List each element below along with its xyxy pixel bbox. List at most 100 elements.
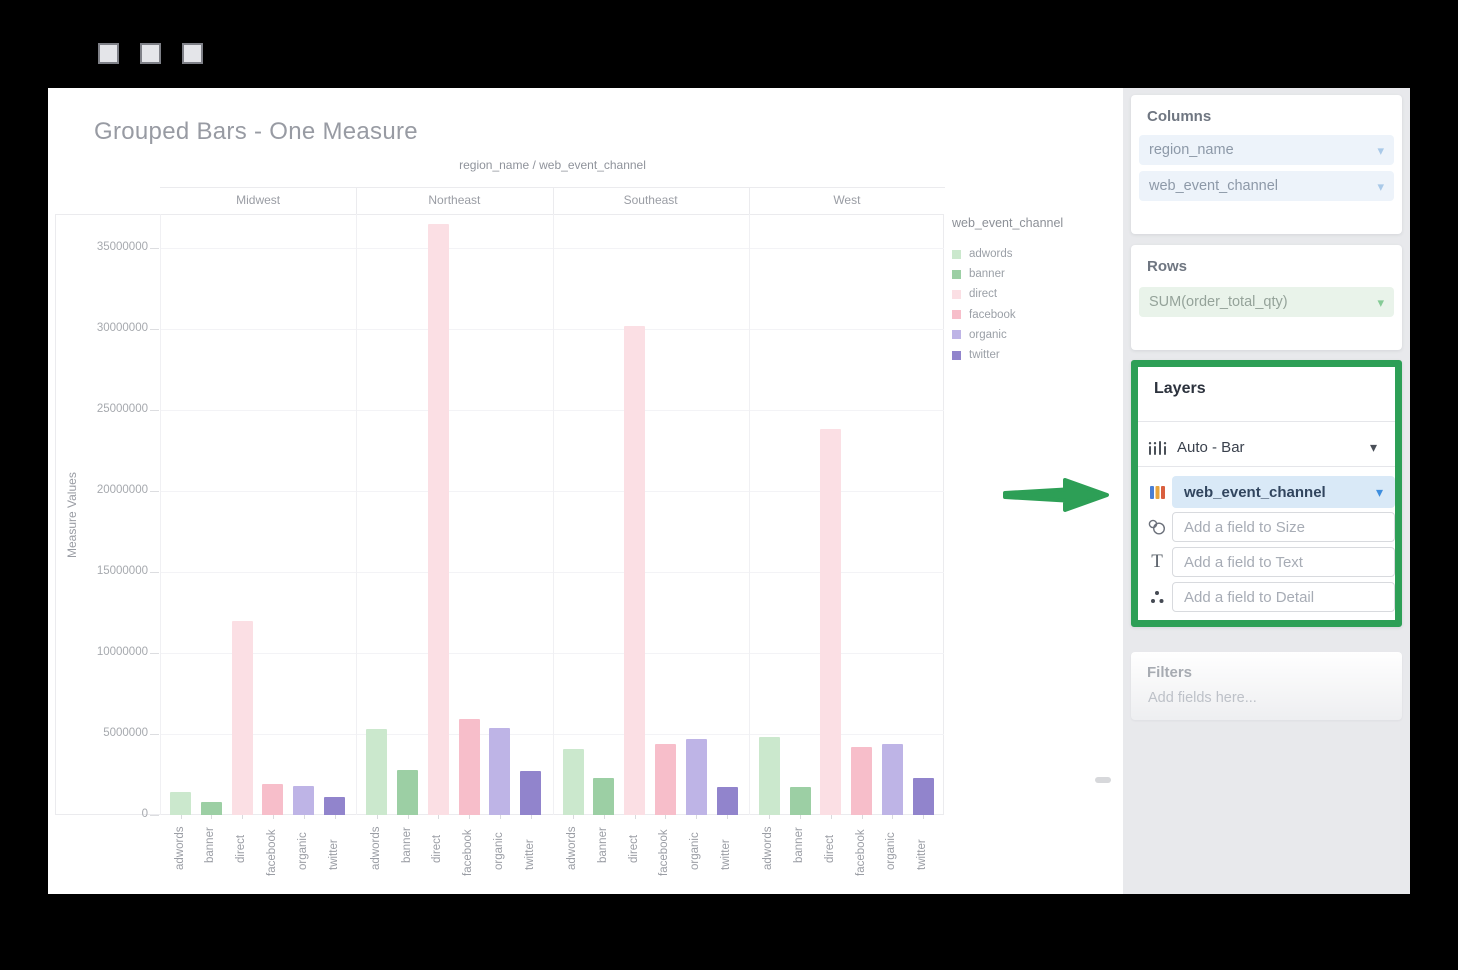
x-tick-mark <box>923 815 924 819</box>
row-field-sum_order_total_qty_[interactable]: SUM(order_total_qty)▾ <box>1139 287 1394 317</box>
x-tick-mark <box>273 815 274 819</box>
chevron-down-icon: ▾ <box>1377 296 1384 309</box>
chart-type-label: Auto - Bar <box>1177 439 1245 456</box>
x-tick-mark <box>665 815 666 819</box>
layers-heading: Layers <box>1154 380 1206 398</box>
x-tick-label: direct <box>235 835 247 863</box>
color-field-label: web_event_channel <box>1184 484 1326 501</box>
y-tick-label: 25000000 <box>68 403 148 415</box>
x-tick-label: adwords <box>174 827 186 870</box>
text-field-input[interactable] <box>1172 547 1395 577</box>
size-field-input[interactable] <box>1172 512 1395 542</box>
bar-northeast-organic[interactable] <box>489 728 510 815</box>
chevron-down-icon: ▾ <box>1377 180 1384 193</box>
legend-item-banner[interactable]: banner <box>952 264 1063 284</box>
rows-panel: Rows SUM(order_total_qty)▾ <box>1131 245 1402 350</box>
legend-swatch-facebook <box>952 310 961 319</box>
legend-swatch-direct <box>952 290 961 299</box>
bar-northeast-banner[interactable] <box>397 770 418 815</box>
x-tick-mark <box>769 815 770 819</box>
bar-southeast-direct[interactable] <box>624 326 645 815</box>
bar-southeast-organic[interactable] <box>686 739 707 815</box>
bar-southeast-facebook[interactable] <box>655 744 676 815</box>
x-tick-label: facebook <box>658 829 670 876</box>
filters-drop-target[interactable]: Add fields here... <box>1148 690 1257 706</box>
bar-southeast-twitter[interactable] <box>717 787 738 815</box>
chart-type-selector[interactable]: Auto - Bar ▾ <box>1138 429 1395 466</box>
bar-southeast-banner[interactable] <box>593 778 614 815</box>
x-tick-mark <box>892 815 893 819</box>
x-tick-mark <box>335 815 336 819</box>
group-separator <box>356 214 357 815</box>
chart-title: Grouped Bars - One Measure <box>94 118 418 146</box>
legend-item-direct[interactable]: direct <box>952 284 1063 304</box>
y-tick-mark <box>150 248 159 249</box>
legend-item-adwords[interactable]: adwords <box>952 244 1063 264</box>
column-field-region_name[interactable]: region_name▾ <box>1139 135 1394 165</box>
column-field-web_event_channel[interactable]: web_event_channel▾ <box>1139 171 1394 201</box>
x-tick-label: banner <box>597 827 609 863</box>
x-tick-label: twitter <box>328 839 340 870</box>
bar-northeast-adwords[interactable] <box>366 729 387 815</box>
color-field-pill[interactable]: web_event_channel ▾ <box>1172 476 1395 508</box>
bar-west-adwords[interactable] <box>759 737 780 815</box>
bar-west-facebook[interactable] <box>851 747 872 815</box>
detail-field-row <box>1138 581 1395 613</box>
x-tick-label: organic <box>297 832 309 870</box>
x-tick-mark <box>604 815 605 819</box>
bar-midwest-adwords[interactable] <box>170 792 191 815</box>
color-icon <box>1147 482 1167 502</box>
legend-label: organic <box>969 329 1007 341</box>
x-tick-mark <box>242 815 243 819</box>
column-header-band: MidwestNortheastSoutheastWest <box>160 187 945 214</box>
bar-northeast-facebook[interactable] <box>459 719 480 815</box>
column-header-midwest: Midwest <box>160 193 356 207</box>
window-button-1[interactable] <box>98 43 119 64</box>
chevron-down-icon: ▾ <box>1376 484 1383 501</box>
rows-heading: Rows <box>1147 258 1187 275</box>
filters-heading: Filters <box>1147 664 1192 681</box>
bar-midwest-banner[interactable] <box>201 802 222 815</box>
legend-label: banner <box>969 268 1005 280</box>
legend-item-facebook[interactable]: facebook <box>952 305 1063 325</box>
x-tick-label: organic <box>885 832 897 870</box>
bar-west-twitter[interactable] <box>913 778 934 815</box>
x-tick-mark <box>831 815 832 819</box>
bar-northeast-direct[interactable] <box>428 224 449 815</box>
legend-title: web_event_channel <box>952 216 1063 230</box>
bar-midwest-twitter[interactable] <box>324 797 345 815</box>
bar-midwest-direct[interactable] <box>232 621 253 815</box>
bar-northeast-twitter[interactable] <box>520 771 541 815</box>
bar-midwest-organic[interactable] <box>293 786 314 815</box>
y-tick-mark <box>150 734 159 735</box>
legend-item-organic[interactable]: organic <box>952 325 1063 345</box>
x-tick-mark <box>531 815 532 819</box>
x-tick-label: adwords <box>762 827 774 870</box>
y-tick-label: 30000000 <box>68 322 148 334</box>
group-separator <box>749 214 750 815</box>
legend-items: adwords banner direct facebook organic twitte… <box>952 244 1063 365</box>
legend: web_event_channel adwords banner direct fac… <box>952 216 1063 365</box>
detail-field-input[interactable] <box>1172 582 1395 612</box>
legend-item-twitter[interactable]: twitter <box>952 345 1063 365</box>
bar-west-banner[interactable] <box>790 787 811 815</box>
legend-swatch-banner <box>952 270 961 279</box>
bar-southeast-adwords[interactable] <box>563 749 584 815</box>
legend-swatch-twitter <box>952 351 961 360</box>
bar-chart-icon <box>1147 438 1167 458</box>
legend-label: facebook <box>969 309 1016 321</box>
x-tick-label: twitter <box>720 839 732 870</box>
bar-west-direct[interactable] <box>820 429 841 815</box>
y-tick-label: 35000000 <box>68 241 148 253</box>
x-tick-mark <box>862 815 863 819</box>
window-button-3[interactable] <box>182 43 203 64</box>
green-arrow-annotation <box>1001 471 1113 519</box>
scrollbar-handle[interactable] <box>1095 777 1111 783</box>
window-button-2[interactable] <box>140 43 161 64</box>
bar-midwest-facebook[interactable] <box>262 784 283 815</box>
x-tick-label: facebook <box>462 829 474 876</box>
x-tick-label: banner <box>793 827 805 863</box>
y-tick-label: 0 <box>68 808 148 820</box>
legend-swatch-adwords <box>952 250 961 259</box>
bar-west-organic[interactable] <box>882 744 903 815</box>
